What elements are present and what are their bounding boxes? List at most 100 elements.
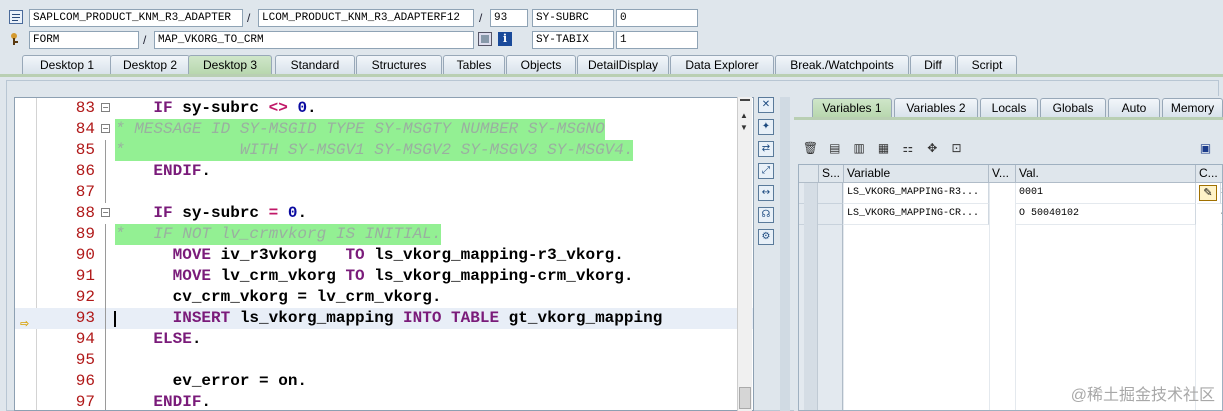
edit-icon[interactable]: ✎ <box>1197 183 1221 204</box>
editor-scrollbar[interactable]: ▲ ▼ <box>737 97 752 411</box>
sy-tabix-value-field[interactable]: 1 <box>616 31 698 49</box>
fold-collapse-icon[interactable]: − <box>101 208 110 217</box>
fold-collapse-icon[interactable]: − <box>101 103 110 112</box>
tab-standard[interactable]: Standard <box>275 55 355 75</box>
load-icon[interactable]: ▥ <box>851 140 868 156</box>
include-name-field[interactable]: LCOM_PRODUCT_KNM_R3_ADAPTERF12 <box>258 9 474 27</box>
tab-tables[interactable]: Tables <box>443 55 505 75</box>
code-line[interactable]: 88− IF sy-subrc = 0. <box>15 203 753 224</box>
fold-guide <box>105 182 106 203</box>
new-tool-icon[interactable]: ✦ <box>758 119 774 135</box>
line-number: 90 <box>75 246 95 264</box>
tab-structures[interactable]: Structures <box>356 55 442 75</box>
save-icon[interactable]: ▤ <box>826 140 843 156</box>
tab-detaildisplay[interactable]: DetailDisplay <box>577 55 669 75</box>
delete-icon[interactable]: 🗑 <box>802 140 819 156</box>
row-selector[interactable] <box>799 204 843 225</box>
line-number: 91 <box>75 267 95 285</box>
column-header-variable[interactable]: Variable <box>844 165 989 183</box>
pane-splitter[interactable] <box>780 97 790 411</box>
code-text: ENDIF. <box>153 162 212 180</box>
fold-guide <box>105 350 106 371</box>
code-line[interactable]: 92 cv_crm_vkorg = lv_crm_vkorg. <box>15 287 753 308</box>
info-icon[interactable]: i <box>498 32 512 46</box>
code-line[interactable]: 90 MOVE iv_r3vkorg TO ls_vkorg_mapping-r… <box>15 245 753 266</box>
routine-type-field[interactable]: FORM <box>29 31 139 49</box>
variable-name-cell[interactable]: LS_VKORG_MAPPING-R3... <box>844 183 989 204</box>
scroll-up-icon[interactable]: ▲ <box>740 111 748 120</box>
export-icon[interactable]: ▦ <box>875 140 892 156</box>
tab-desktop-1[interactable]: Desktop 1 <box>22 55 112 75</box>
code-line[interactable]: 93 ⇨ INSERT ls_vkorg_mapping INTO TABLE g… <box>15 308 753 330</box>
code-line[interactable]: 85 * WITH SY-MSGV1 SY-MSGV2 SY-MSGV3 SY-M… <box>15 140 753 161</box>
variable-value-cell[interactable]: O 50040102 <box>1016 204 1196 225</box>
column-header-status[interactable]: S... <box>819 165 844 183</box>
navigate-icon[interactable] <box>478 32 492 46</box>
fold-guide <box>105 287 106 308</box>
variable-value-cell[interactable]: 0001 <box>1016 183 1196 204</box>
tab-auto[interactable]: Auto <box>1108 98 1160 118</box>
code-line[interactable]: 89 * IF NOT lv_crmvkorg IS INITIAL. <box>15 224 753 245</box>
swap-tool-icon[interactable]: ⇄ <box>758 141 774 157</box>
code-line[interactable]: 84− * MESSAGE ID SY-MSGID TYPE SY-MSGTY N… <box>15 119 753 140</box>
tab-underline <box>0 74 1223 77</box>
tab-memory[interactable]: Memory <box>1162 98 1223 118</box>
disk-save-icon[interactable]: ▣ <box>1197 140 1214 156</box>
tab-data-explorer[interactable]: Data Explorer <box>670 55 774 75</box>
line-number-field[interactable]: 93 <box>490 9 528 27</box>
tab-objects[interactable]: Objects <box>506 55 576 75</box>
routine-name-field[interactable]: MAP_VKORG_TO_CRM <box>154 31 474 49</box>
tree-icon[interactable]: ⚏ <box>899 140 916 156</box>
fold-guide <box>105 266 106 287</box>
fold-guide <box>105 329 106 350</box>
code-line[interactable]: 95 <box>15 350 753 371</box>
code-line[interactable]: 83− IF sy-subrc <> 0. <box>15 98 753 119</box>
tab-diff[interactable]: Diff <box>910 55 956 75</box>
resize-icon[interactable]: ↔ <box>758 185 774 201</box>
tab-variables-1[interactable]: Variables 1 <box>812 98 892 118</box>
select-icon[interactable]: ⊡ <box>948 140 965 156</box>
tab-desktop-2[interactable]: Desktop 2 <box>110 55 190 75</box>
line-number: 92 <box>75 288 95 306</box>
services-icon[interactable]: ☊ <box>758 207 774 223</box>
code-line[interactable]: 97 ENDIF. <box>15 392 753 410</box>
tab-desktop-3[interactable]: Desktop 3 <box>188 55 272 75</box>
watermark: @稀土掘金技术社区 <box>1070 387 1215 404</box>
row-selector[interactable] <box>799 183 843 204</box>
column-header-change[interactable]: C... <box>1196 165 1222 183</box>
column-header-select <box>799 165 819 183</box>
tab-globals[interactable]: Globals <box>1040 98 1106 118</box>
code-line[interactable]: 87 <box>15 182 753 203</box>
settings-tool-icon[interactable]: ⚙ <box>758 229 774 245</box>
code-line[interactable]: 96 ev_error = on. <box>15 371 753 392</box>
sy-subrc-name-field[interactable]: SY-SUBRC <box>532 9 614 27</box>
tab-script[interactable]: Script <box>957 55 1017 75</box>
maximize-icon[interactable]: ⤢ <box>758 163 774 179</box>
move-icon[interactable]: ✥ <box>924 140 941 156</box>
code-line[interactable]: 86 ENDIF. <box>15 161 753 182</box>
column-header-value[interactable]: Val. <box>1016 165 1196 183</box>
tab-locals[interactable]: Locals <box>980 98 1038 118</box>
fold-guide <box>105 392 106 410</box>
tab-variables-2[interactable]: Variables 2 <box>894 98 978 118</box>
line-number: 93 <box>75 309 95 327</box>
source-code-editor[interactable]: 83− IF sy-subrc <> 0. 84− * MESSAGE ID SY-… <box>14 97 754 411</box>
program-name-field[interactable]: SAPLCOM_PRODUCT_KNM_R3_ADAPTER <box>29 9 243 27</box>
code-line[interactable]: 94 ELSE. <box>15 329 753 350</box>
column-header-v[interactable]: V... <box>989 165 1016 183</box>
variables-panel: Variables 1 Variables 2 Locals Globals A… <box>794 96 1223 411</box>
sy-subrc-value-field[interactable]: 0 <box>616 9 698 27</box>
desktop-tab-strip: Desktop 1 Desktop 2 Desktop 3 Standard S… <box>0 55 1223 75</box>
sy-tabix-name-field[interactable]: SY-TABIX <box>532 31 614 49</box>
scroll-thumb[interactable] <box>739 387 751 409</box>
line-number: 86 <box>75 162 95 180</box>
fold-guide <box>105 161 106 182</box>
separator: / <box>247 11 251 25</box>
scroll-down-icon[interactable]: ▼ <box>740 123 748 132</box>
code-line[interactable]: 91 MOVE lv_crm_vkorg TO ls_vkorg_mapping… <box>15 266 753 287</box>
fold-collapse-icon[interactable]: − <box>101 124 110 133</box>
variable-name-cell[interactable]: LS_VKORG_MAPPING-CR... <box>844 204 989 225</box>
code-text: * WITH SY-MSGV1 SY-MSGV2 SY-MSGV3 SY-MSG… <box>115 140 634 161</box>
tab-breakpoints[interactable]: Break./Watchpoints <box>775 55 909 75</box>
close-icon[interactable]: ✕ <box>758 97 774 113</box>
